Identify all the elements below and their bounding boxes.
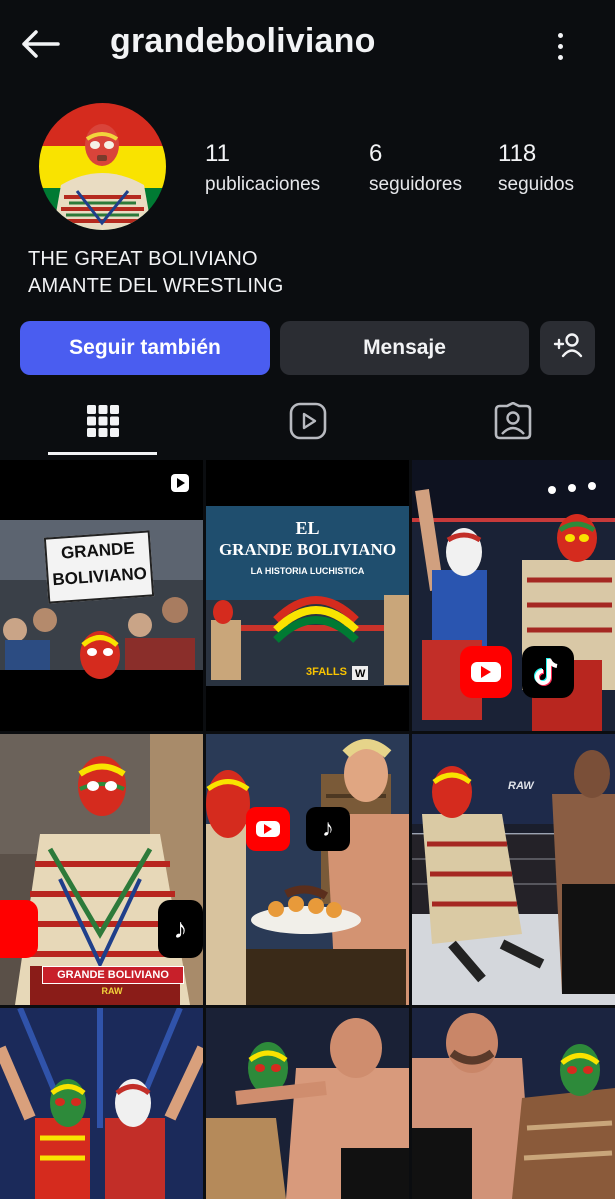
post-5[interactable]: ♪: [206, 734, 409, 1005]
post-logo-3falls: 3FALLS: [306, 666, 347, 678]
stat-following[interactable]: 118 seguidos: [498, 140, 574, 196]
top-bar: grandeboliviano: [0, 0, 615, 90]
active-tab-indicator: [48, 452, 157, 455]
stat-followers[interactable]: 6 seguidores: [369, 140, 462, 196]
more-vertical-icon[interactable]: [545, 26, 575, 66]
post-7[interactable]: [0, 1008, 203, 1199]
post-4[interactable]: ♪ GRANDE BOLIVIANO RAW: [0, 734, 203, 1005]
message-button[interactable]: Mensaje: [280, 321, 529, 375]
stat-posts[interactable]: 11 publicaciones: [205, 140, 320, 196]
grid-icon: [86, 404, 120, 443]
stat-posts-value: 11: [205, 140, 230, 167]
post-2[interactable]: W EL GRANDE BOLIVIANO LA HISTORIA LUCHIS…: [206, 460, 409, 731]
stat-following-value: 118: [498, 140, 537, 167]
follow-back-button[interactable]: Seguir también: [20, 321, 270, 375]
stat-posts-label: publicaciones: [205, 174, 321, 195]
post-1[interactable]: GRANDE BOLIVIANO: [0, 460, 203, 731]
youtube-icon: [246, 807, 290, 851]
tab-tagged[interactable]: [410, 388, 615, 458]
profile-tabs: [0, 388, 615, 458]
profile-bio: THE GREAT BOLIVIANO AMANTE DEL WRESTLING: [28, 246, 284, 300]
stat-followers-value: 6: [369, 140, 383, 167]
post-banner-raw: RAW: [101, 986, 123, 996]
profile-username: grandeboliviano: [110, 22, 376, 60]
add-person-icon: [553, 332, 583, 364]
stat-followers-label: seguidores: [369, 174, 462, 195]
tab-grid[interactable]: [0, 388, 205, 458]
tiktok-icon: ♪: [306, 807, 350, 851]
suggest-users-button[interactable]: [540, 321, 595, 375]
post-raw-logo: RAW: [508, 780, 534, 792]
tab-reels[interactable]: [205, 388, 410, 458]
svg-text:W: W: [355, 668, 366, 680]
bio-line: THE GREAT BOLIVIANO: [28, 248, 258, 270]
post-3[interactable]: [412, 460, 615, 731]
post-title-top: EL: [295, 518, 320, 538]
post-subtitle: LA HISTORIA LUCHISTICA: [250, 566, 365, 576]
play-icon: [163, 470, 193, 498]
youtube-icon: [0, 900, 38, 958]
post-9[interactable]: [412, 1008, 615, 1199]
post-8[interactable]: [206, 1008, 409, 1199]
tagged-icon: [494, 401, 532, 445]
post-banner: GRANDE BOLIVIANO: [42, 966, 184, 984]
post-title-main: GRANDE BOLIVIANO: [218, 540, 397, 559]
youtube-icon: [460, 646, 512, 698]
arrow-left-icon[interactable]: [18, 24, 62, 64]
reels-icon: [289, 402, 327, 445]
tiktok-icon: [522, 646, 574, 698]
stat-following-label: seguidos: [498, 174, 575, 195]
post-sign: GRANDE BOLIVIANO: [43, 530, 155, 604]
profile-avatar[interactable]: [39, 103, 166, 230]
tiktok-icon: ♪: [158, 900, 203, 958]
bio-line: AMANTE DEL WRESTLING: [28, 275, 284, 297]
post-6[interactable]: RAW: [412, 734, 615, 1005]
